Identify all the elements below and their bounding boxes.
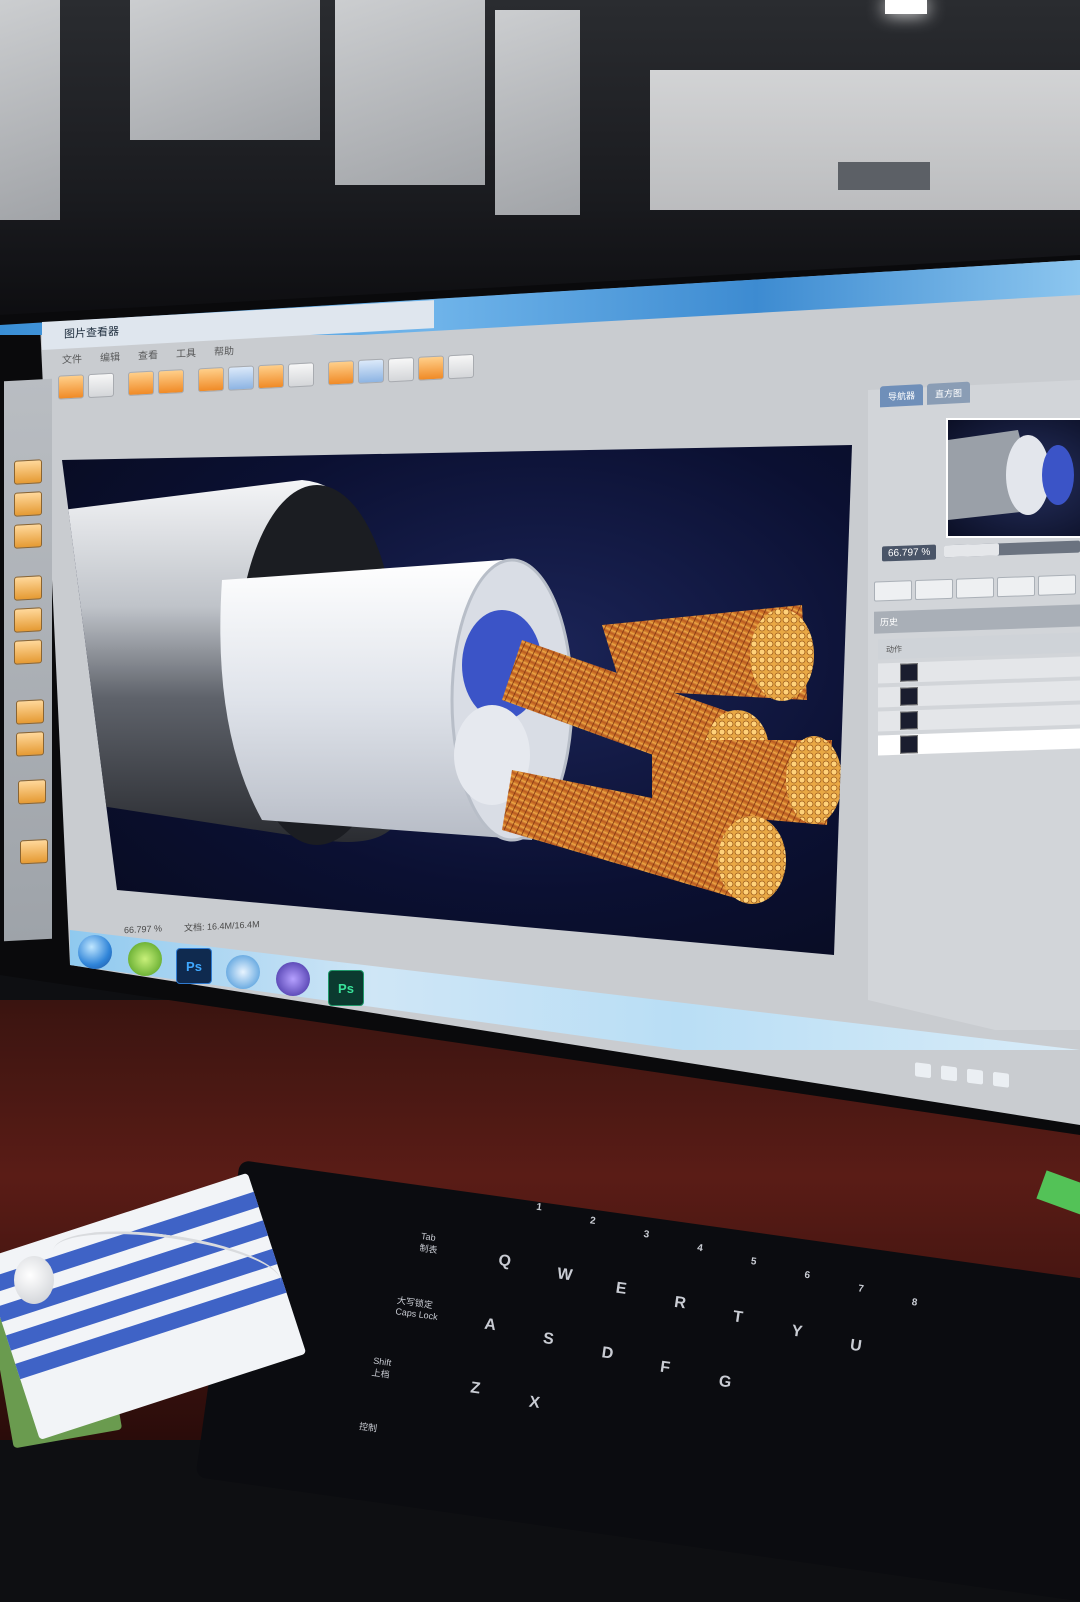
- key: D: [600, 1344, 615, 1363]
- mediaplayer-icon[interactable]: [276, 962, 310, 996]
- key: A: [483, 1315, 498, 1335]
- key: Q: [497, 1252, 513, 1271]
- key: U: [848, 1336, 863, 1356]
- wall-sign: [838, 162, 930, 190]
- history-thumb: [900, 735, 918, 754]
- thumbnail-image: [948, 430, 1074, 520]
- key-ctrl: 控制: [358, 1421, 378, 1434]
- menu-tools[interactable]: 工具: [176, 344, 196, 360]
- status-doc-size: 文档: 16.4M/16.4M: [184, 918, 260, 933]
- tool-icon[interactable]: [18, 779, 46, 805]
- key: S: [541, 1330, 555, 1349]
- conductor: [602, 605, 814, 701]
- browser-icon[interactable]: [128, 942, 162, 976]
- menu-view[interactable]: 查看: [138, 346, 158, 362]
- history-thumb: [900, 687, 918, 706]
- kugou-icon[interactable]: [226, 955, 260, 989]
- tab-histogram[interactable]: 直方图: [927, 381, 971, 405]
- key: Z: [469, 1379, 482, 1398]
- zoom-slider-fill: [944, 543, 999, 558]
- key: 4: [696, 1242, 704, 1255]
- key: 5: [750, 1256, 758, 1268]
- status-zoom: 66.797 %: [124, 923, 163, 936]
- panel-button[interactable]: [915, 578, 953, 601]
- zoom-slider[interactable]: [944, 540, 1080, 558]
- earphone: [14, 1256, 54, 1304]
- key: G: [717, 1372, 733, 1392]
- room-window: [0, 0, 60, 220]
- tool-icon[interactable]: [14, 607, 42, 633]
- panel-button[interactable]: [874, 580, 912, 602]
- navigator-thumbnail[interactable]: [946, 418, 1080, 538]
- history-thumb: [900, 711, 918, 730]
- cable-render-image: [62, 400, 862, 960]
- tool-icon[interactable]: [16, 731, 44, 757]
- tool-icon[interactable]: [16, 699, 44, 725]
- key: F: [659, 1358, 672, 1377]
- tab-navigator[interactable]: 导航器: [880, 384, 924, 408]
- room-window: [495, 10, 580, 215]
- tool-icon[interactable]: [14, 575, 42, 601]
- tool-icon[interactable]: [14, 459, 42, 485]
- history-thumb: [900, 663, 918, 682]
- panel-button[interactable]: [997, 575, 1035, 598]
- key: 2: [589, 1215, 597, 1228]
- ceiling-light: [885, 0, 927, 14]
- zoom-value[interactable]: 66.797 %: [882, 544, 937, 561]
- key-tab: Tab 制表: [418, 1231, 439, 1256]
- tray-icon[interactable]: [967, 1068, 983, 1085]
- menu-edit[interactable]: 编辑: [100, 348, 120, 364]
- key: 6: [803, 1269, 811, 1282]
- tool-icon[interactable]: [14, 491, 42, 517]
- rotate-left-icon[interactable]: [198, 366, 224, 393]
- fit-icon[interactable]: [328, 360, 354, 386]
- save-icon[interactable]: [88, 372, 114, 399]
- menu-file[interactable]: 文件: [62, 350, 82, 366]
- tray-icon[interactable]: [941, 1065, 957, 1082]
- key: T: [731, 1308, 744, 1327]
- key: 3: [642, 1228, 650, 1241]
- prev-icon[interactable]: [388, 357, 414, 383]
- settings-icon[interactable]: [448, 353, 474, 380]
- tool-icon[interactable]: [14, 639, 42, 665]
- panel-button[interactable]: [956, 577, 994, 599]
- tray-icon[interactable]: [993, 1071, 1009, 1088]
- photoshop-icon[interactable]: Ps: [328, 970, 364, 1006]
- key: E: [614, 1279, 628, 1298]
- key: 8: [910, 1296, 918, 1309]
- room-window: [335, 0, 485, 185]
- panel-button[interactable]: [1038, 574, 1076, 596]
- rotate-right-icon[interactable]: [228, 365, 254, 391]
- key-caps: 大写锁定 Caps Lock: [394, 1295, 439, 1322]
- key: Y: [790, 1322, 804, 1341]
- tool-icon[interactable]: [14, 523, 42, 549]
- menu-help[interactable]: 帮助: [214, 342, 234, 358]
- key: W: [556, 1265, 574, 1285]
- crop-icon[interactable]: [158, 369, 184, 395]
- tray-icon[interactable]: [915, 1062, 931, 1079]
- compare-icon[interactable]: [358, 358, 384, 384]
- open-icon[interactable]: [58, 374, 84, 400]
- room-window: [130, 0, 320, 140]
- tool-icon[interactable]: [20, 838, 48, 865]
- key-shift: Shift 上档: [371, 1355, 392, 1380]
- zoom-out-icon[interactable]: [288, 362, 314, 388]
- start-orb-icon[interactable]: [78, 935, 112, 969]
- key: 7: [857, 1283, 865, 1295]
- print-icon[interactable]: [128, 370, 154, 397]
- photoshop-icon[interactable]: Ps: [176, 948, 212, 984]
- key: 1: [535, 1201, 543, 1214]
- left-toolstrip: [4, 378, 52, 942]
- key: X: [527, 1393, 541, 1412]
- next-icon[interactable]: [418, 355, 444, 381]
- zoom-in-icon[interactable]: [258, 363, 284, 390]
- key: R: [673, 1293, 688, 1313]
